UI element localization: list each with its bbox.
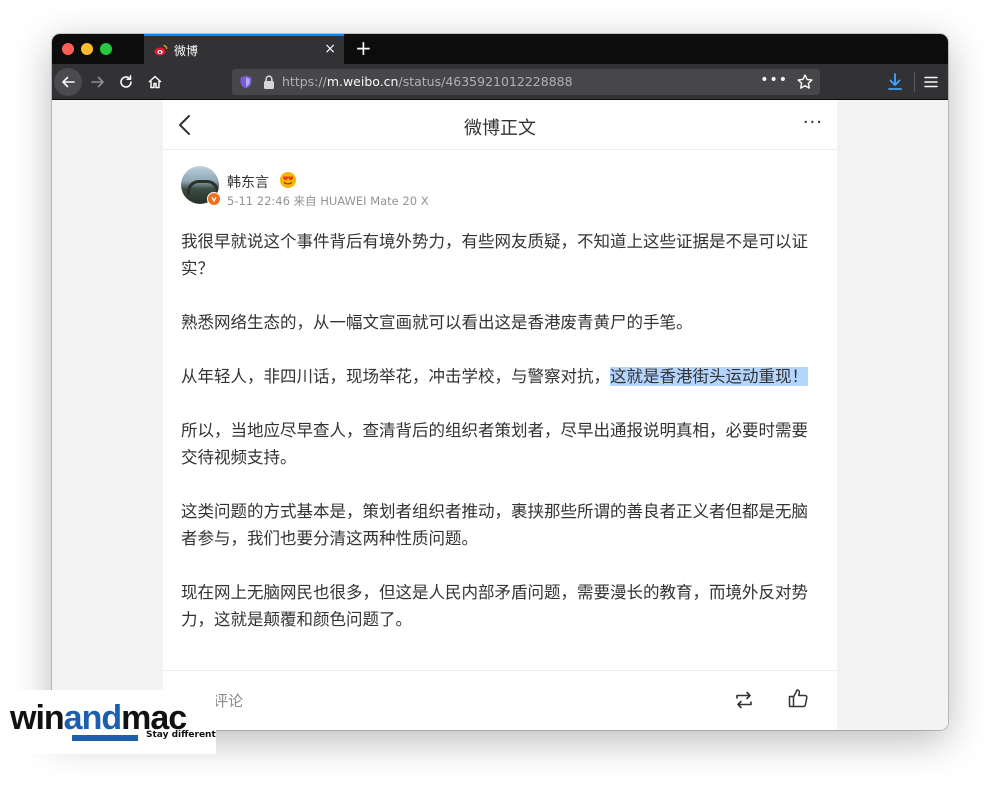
zoom-window-button[interactable] <box>100 43 112 55</box>
new-tab-button[interactable]: + <box>355 37 372 59</box>
toolbar-separator <box>914 72 915 92</box>
post-paragraph: 我很早就说这个事件背后有境外势力，有些网友质疑，不知道上这些证据是不是可以证实？ <box>181 232 808 278</box>
tab-title: 微博 <box>174 44 199 58</box>
weibo-post-card: 微博正文 ··· 韩东言 5-11 22:46 来自 HUAWEI Mate 2… <box>163 100 837 730</box>
heart-eyes-emoji-icon <box>280 172 296 188</box>
home-button[interactable] <box>141 68 169 96</box>
post-paragraph: 这类问题的方式基本是，策划者组织者推动，裹挟那些所谓的善良者正义者但都是无脑者参… <box>181 502 808 548</box>
home-icon <box>148 75 162 89</box>
forward-button[interactable] <box>84 68 112 96</box>
download-icon[interactable] <box>886 72 904 92</box>
post-content: 我很早就说这个事件背后有境外势力，有些网友质疑，不知道上这些证据是不是可以证实？… <box>181 228 821 660</box>
thumbs-up-icon[interactable] <box>787 687 809 709</box>
url-scheme: https:// <box>282 74 327 89</box>
back-button[interactable] <box>54 68 82 96</box>
watermark-bar <box>72 735 138 741</box>
tab-close-button[interactable]: × <box>324 41 336 57</box>
post-author: 韩东言 5-11 22:46 来自 HUAWEI Mate 20 X <box>181 166 821 212</box>
page-title: 微博正文 <box>464 118 536 139</box>
post-paragraph: 现在网上无脑网民也很多，但这是人民内部矛盾问题，需要漫长的教育，而境外反对势力，… <box>181 583 808 629</box>
page-header: 微博正文 ··· <box>163 100 837 150</box>
star-icon[interactable] <box>796 73 814 91</box>
close-window-button[interactable] <box>62 43 74 55</box>
url-bar[interactable]: https://m.weibo.cn/status/46359210122288… <box>232 69 820 95</box>
url-host: m.weibo.cn <box>326 74 399 89</box>
lock-icon[interactable] <box>262 74 276 90</box>
watermark-win: win <box>10 699 65 737</box>
shield-icon[interactable] <box>238 74 254 90</box>
selected-text: 这就是香港街头运动重现！ <box>610 367 808 386</box>
navigation-toolbar: https://m.weibo.cn/status/46359210122288… <box>52 64 948 100</box>
winandmac-watermark: winandmac Stay different <box>0 690 216 754</box>
arrow-left-icon <box>62 76 75 88</box>
comment-button[interactable]: 评论 <box>213 690 243 711</box>
reload-icon <box>120 75 132 88</box>
tab-strip: 微博 × + <box>52 34 948 64</box>
arrow-right-icon <box>91 76 104 88</box>
tab-weibo[interactable]: 微博 × <box>144 34 344 64</box>
repost-icon[interactable] <box>733 689 755 711</box>
more-options-button[interactable]: ··· <box>803 112 823 133</box>
post-paragraph: 所以，当地应尽早查人，查清背后的组织者策划者，尽早出通报说明真相，必要时需要交待… <box>181 421 808 467</box>
post-paragraph: 熟悉网络生态的，从一幅文宣画就可以看出这是香港废青黄尸的手笔。 <box>181 313 693 332</box>
author-name[interactable]: 韩东言 <box>227 172 269 192</box>
minimize-window-button[interactable] <box>81 43 93 55</box>
post-text: 从年轻人，非四川话，现场举花，冲击学校，与警察对抗， <box>181 367 610 386</box>
post-meta: 5-11 22:46 来自 HUAWEI Mate 20 X <box>227 194 429 208</box>
reload-button[interactable] <box>112 68 140 96</box>
post-paragraph: 从年轻人，非四川话，现场举花，冲击学校，与警察对抗，这就是香港街头运动重现！ <box>181 363 821 390</box>
browser-window: 微博 × + https://m.weibo.cn/status/4635921… <box>52 34 948 730</box>
verified-badge-icon <box>207 192 221 206</box>
url-text[interactable]: https://m.weibo.cn/status/46359210122288… <box>282 74 573 89</box>
hamburger-menu-icon[interactable] <box>923 74 939 90</box>
weibo-icon <box>154 44 168 56</box>
post-action-bar: 评论 <box>163 670 837 730</box>
page-viewport: 微博正文 ··· 韩东言 5-11 22:46 来自 HUAWEI Mate 2… <box>52 100 948 730</box>
url-path: /status/4635921012228888 <box>398 74 573 89</box>
watermark-and: and <box>63 699 122 737</box>
watermark-tagline: Stay different <box>146 730 216 740</box>
page-actions-button[interactable]: ••• <box>760 72 788 88</box>
